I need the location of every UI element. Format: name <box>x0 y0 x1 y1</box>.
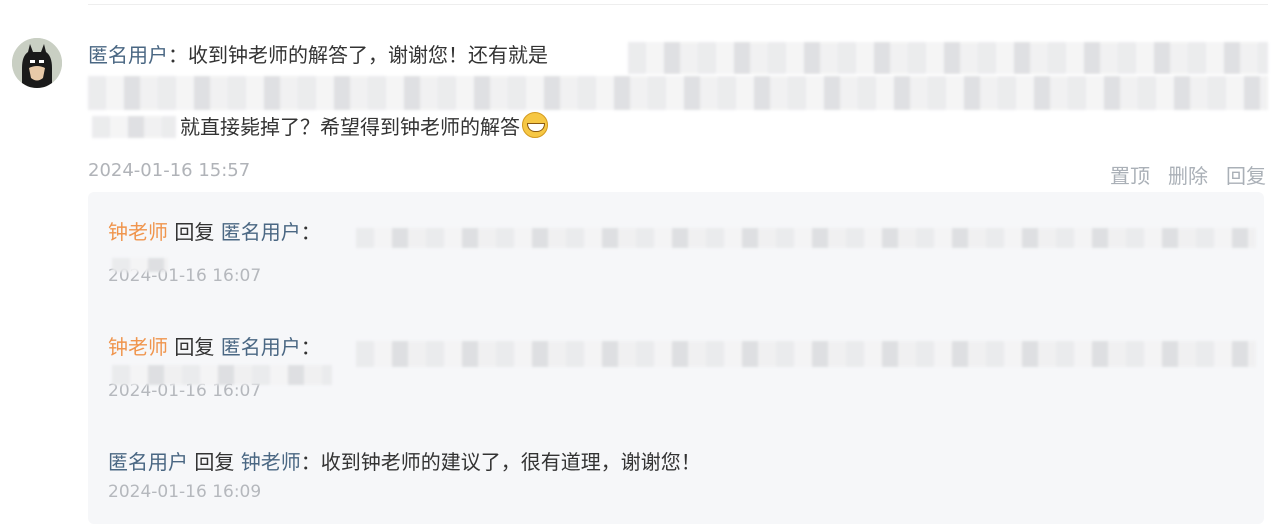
comment-actions: 置顶 删除 回复 <box>1110 160 1266 189</box>
reply-timestamp: 2024-01-16 16:07 <box>108 266 262 286</box>
blurred-text <box>356 228 1256 248</box>
batman-avatar-icon <box>12 38 62 88</box>
reply-item: 钟老师 回复 匿名用户： 2024-01-16 16:07 <box>108 218 1256 286</box>
main-comment: 匿名用户：收到钟老师的解答了，谢谢您！还有就是 就直接毙掉了？希望得到钟老师的解… <box>88 36 1268 190</box>
pin-button[interactable]: 置顶 <box>1110 160 1150 189</box>
comment-timestamp: 2024-01-16 15:57 <box>88 160 251 181</box>
blurred-text <box>92 116 176 138</box>
comment-text-start: 收到钟老师的解答了，谢谢您！还有就是 <box>188 43 548 67</box>
reply-line: 匿名用户 回复 钟老师：收到钟老师的建议了，很有道理，谢谢您！ <box>108 450 701 474</box>
reply-to-link[interactable]: 钟老师 <box>241 450 301 474</box>
reply-line: 钟老师 回复 匿名用户： <box>108 333 1256 385</box>
reply-button[interactable]: 回复 <box>1226 160 1266 189</box>
comment-author-link[interactable]: 匿名用户 <box>88 43 168 67</box>
top-divider <box>88 4 1268 5</box>
reply-from-link[interactable]: 匿名用户 <box>108 450 188 474</box>
reply-line: 钟老师 回复 匿名用户： <box>108 218 1256 272</box>
comment-body: 匿名用户：收到钟老师的解答了，谢谢您！还有就是 就直接毙掉了？希望得到钟老师的解… <box>88 36 1268 150</box>
reply-to-link[interactable]: 匿名用户 <box>221 220 301 244</box>
delete-button[interactable]: 删除 <box>1168 160 1208 189</box>
reply-timestamp: 2024-01-16 16:09 <box>108 482 262 502</box>
blurred-text <box>112 258 168 272</box>
comment-meta: 2024-01-16 15:57 置顶 删除 回复 <box>88 150 1268 190</box>
blurred-text <box>88 76 1268 110</box>
blurred-text <box>112 365 332 385</box>
comment-text-end: 就直接毙掉了？希望得到钟老师的解答 <box>180 115 520 139</box>
avatar[interactable] <box>12 38 62 88</box>
reply-item: 匿名用户 回复 钟老师：收到钟老师的建议了，很有道理，谢谢您！ 2024-01-… <box>108 448 1248 502</box>
grin-emoji-icon <box>522 112 548 138</box>
blurred-text <box>356 341 1256 367</box>
reply-from-link[interactable]: 钟老师 <box>108 220 168 244</box>
reply-text: 收到钟老师的建议了，很有道理，谢谢您！ <box>320 450 701 474</box>
reply-from-link[interactable]: 钟老师 <box>108 335 168 359</box>
reply-item: 钟老师 回复 匿名用户： 2024-01-16 16:07 <box>108 333 1256 401</box>
reply-to-link[interactable]: 匿名用户 <box>221 335 301 359</box>
reply-list: 钟老师 回复 匿名用户： 2024-01-16 16:07 钟老师 回复 匿名用… <box>88 192 1264 524</box>
blurred-text <box>628 42 1268 74</box>
